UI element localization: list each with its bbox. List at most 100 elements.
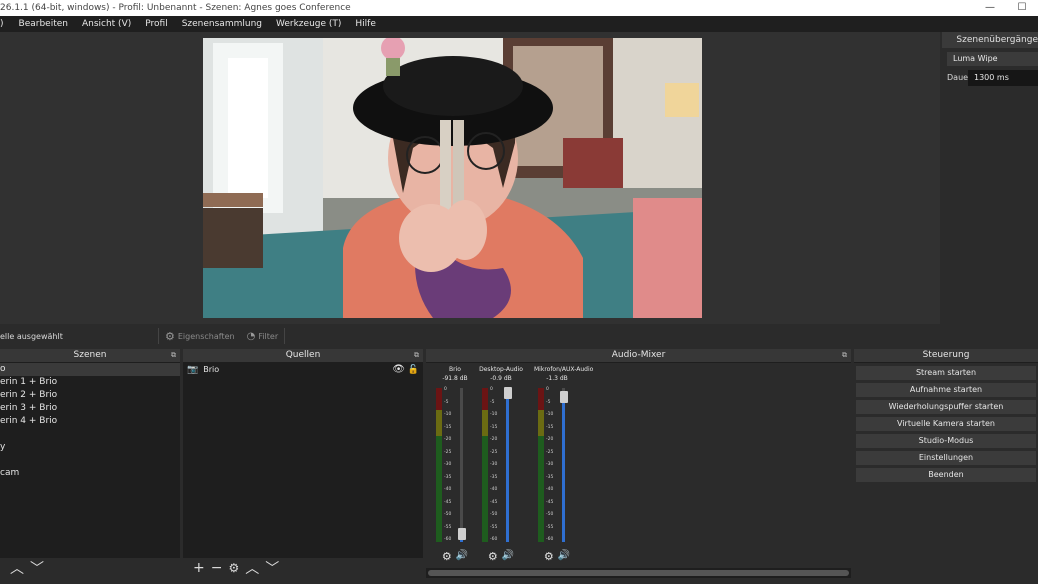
video-preview[interactable] — [203, 38, 702, 318]
channel-name: Desktop-Audio — [479, 366, 523, 373]
channel-db: -91.8 dB — [442, 375, 468, 382]
properties-label: Eigenschaften — [177, 331, 235, 341]
scene-item[interactable]: y — [0, 441, 180, 454]
meter-scale: 0 -5 -10 -15 -20 -25 -30 -35 -40 -45 -50 -55 -60 — [546, 387, 560, 542]
scene-item[interactable]: erin 1 + Brio — [0, 376, 180, 389]
scene-item[interactable]: erin 2 + Brio — [0, 389, 180, 402]
volume-fader[interactable] — [506, 388, 509, 542]
gear-icon[interactable]: ⚙ — [488, 550, 498, 563]
move-down-icon[interactable]: ﹀ — [265, 558, 279, 578]
window-titlebar: 26.1.1 (64-bit, windows) - Profil: Unben… — [0, 0, 1038, 16]
mixer-scrollbar[interactable] — [428, 570, 849, 576]
scene-item[interactable]: o — [0, 363, 180, 376]
audio-mixer-title-label: Audio-Mixer — [611, 350, 666, 360]
volume-fader[interactable] — [562, 388, 565, 542]
volume-meter — [436, 388, 442, 542]
menu-file[interactable]: ) — [0, 19, 12, 29]
menu-tools[interactable]: Werkzeuge (T) — [269, 19, 348, 29]
speaker-icon[interactable]: 🔊 — [456, 550, 468, 563]
maximize-button[interactable]: ☐ — [1006, 0, 1038, 16]
meter-tick: -5 — [444, 399, 449, 405]
fader-handle[interactable] — [559, 391, 568, 404]
move-up-icon[interactable]: ︿ — [245, 558, 259, 578]
meter-tick: -35 — [444, 474, 452, 480]
scenes-list[interactable]: o erin 1 + Brio erin 2 + Brio erin 3 + B… — [0, 363, 180, 558]
float-icon[interactable]: ⧉ — [842, 349, 847, 362]
scene-item[interactable] — [0, 428, 180, 441]
minimize-button[interactable]: — — [974, 0, 1006, 16]
add-icon[interactable]: + — [193, 560, 205, 576]
scenes-toolbar: ︿ ﹀ — [0, 558, 180, 578]
volume-meter — [482, 388, 488, 542]
transition-select[interactable]: Luma Wipe — [947, 52, 1038, 66]
camera-icon: 📷 — [187, 364, 199, 375]
sources-title-label: Quellen — [285, 350, 321, 360]
meter-tick: -15 — [444, 424, 452, 430]
meter-tick: -55 — [546, 524, 554, 530]
filters-button[interactable]: ◔ Filter — [241, 327, 285, 345]
channel-controls: ⚙ 🔊 — [478, 550, 524, 563]
sources-list[interactable]: 📷 Brio 👁 🔓 — [183, 363, 423, 558]
volume-fader[interactable] — [460, 388, 463, 542]
scene-transitions-panel: Szenenübergänge Luma Wipe Dauer 1300 ms — [942, 32, 1038, 324]
meter-tick: -55 — [444, 524, 452, 530]
scene-item[interactable]: erin 4 + Brio — [0, 415, 180, 428]
fader-handle[interactable] — [457, 528, 466, 541]
meter-tick: -50 — [546, 512, 554, 517]
scenes-dock: Szenen ⧉ o erin 1 + Brio erin 2 + Brio e… — [0, 349, 180, 578]
speaker-icon[interactable]: 🔊 — [502, 550, 514, 563]
properties-button[interactable]: ⚙ Eigenschaften — [159, 327, 241, 345]
menu-edit[interactable]: Bearbeiten — [12, 19, 75, 29]
eye-icon[interactable]: 👁 — [392, 364, 405, 375]
meter-tick: -60 — [546, 537, 554, 542]
sources-toolbar: + − ⚙ ︿ ﹀ — [183, 558, 423, 578]
start-replay-buffer-button[interactable]: Wiederholungspuffer starten — [856, 400, 1036, 414]
channel-db: -1.3 dB — [546, 375, 568, 382]
meter-tick: -30 — [444, 462, 452, 467]
filter-icon: ◔ — [246, 330, 256, 342]
menu-profile[interactable]: Profil — [138, 19, 174, 29]
scene-item[interactable]: erin 3 + Brio — [0, 402, 180, 415]
meter-tick: -50 — [444, 512, 452, 517]
duration-input[interactable]: 1300 ms — [968, 70, 1038, 86]
move-down-icon[interactable]: ﹀ — [30, 558, 44, 578]
float-icon[interactable]: ⧉ — [414, 349, 419, 362]
volume-meter — [538, 388, 544, 542]
studio-mode-button[interactable]: Studio-Modus — [856, 434, 1036, 448]
preview-area[interactable] — [0, 32, 940, 324]
source-name: Brio — [203, 365, 220, 374]
gear-icon[interactable]: ⚙ — [544, 550, 554, 563]
gear-icon[interactable]: ⚙ — [228, 561, 239, 575]
speaker-icon[interactable]: 🔊 — [558, 550, 570, 563]
float-icon[interactable]: ⧉ — [171, 349, 176, 362]
filters-label: Filter — [258, 331, 279, 341]
settings-button[interactable]: Einstellungen — [856, 451, 1036, 465]
lock-icon[interactable]: 🔓 — [408, 365, 419, 375]
start-virtual-camera-button[interactable]: Virtuelle Kamera starten — [856, 417, 1036, 431]
remove-icon[interactable]: − — [211, 560, 223, 576]
menu-help[interactable]: Hilfe — [348, 19, 382, 29]
gear-icon: ⚙ — [165, 329, 175, 343]
start-recording-button[interactable]: Aufnahme starten — [856, 383, 1036, 397]
gear-icon[interactable]: ⚙ — [442, 550, 452, 563]
start-stream-button[interactable]: Stream starten — [856, 366, 1036, 380]
meter-tick: -25 — [546, 449, 554, 455]
channel-controls: ⚙ 🔊 — [534, 550, 580, 563]
scene-item[interactable]: cam — [0, 467, 180, 480]
source-item[interactable]: 📷 Brio 👁 🔓 — [183, 363, 423, 376]
window-title: 26.1.1 (64-bit, windows) - Profil: Unben… — [0, 3, 351, 13]
meter-scale: 0 -5 -10 -15 -20 -25 -30 -35 -40 -45 -50 -55 -60 — [444, 387, 458, 542]
meter-tick: -30 — [546, 462, 554, 467]
meter-tick: 0 — [490, 387, 493, 392]
menu-scene-collection[interactable]: Szenensammlung — [175, 19, 269, 29]
channel-db: -0.9 dB — [490, 375, 512, 382]
exit-button[interactable]: Beenden — [856, 468, 1036, 482]
meter-tick: -15 — [546, 424, 554, 430]
move-up-icon[interactable]: ︿ — [10, 558, 24, 578]
meter-tick: -50 — [490, 512, 498, 517]
controls-title: Steuerung — [854, 349, 1038, 362]
menu-view[interactable]: Ansicht (V) — [75, 19, 138, 29]
scene-item[interactable] — [0, 454, 180, 467]
fader-handle[interactable] — [503, 386, 512, 399]
meter-tick: 0 — [444, 387, 447, 392]
